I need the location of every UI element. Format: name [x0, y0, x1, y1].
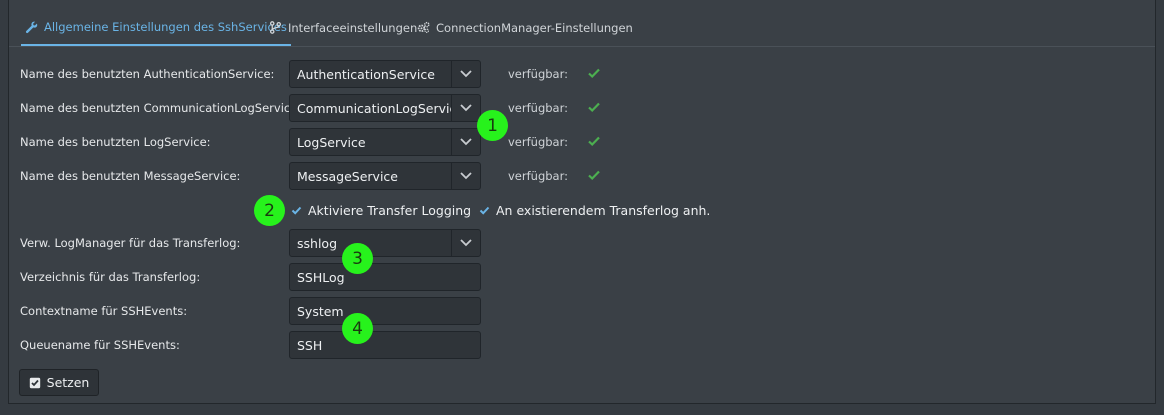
- annotation-marker-2: 2: [254, 195, 285, 226]
- append-transferlog-checkbox[interactable]: An existierendem Transferlog anh.: [479, 203, 710, 218]
- checkbox-checked-icon[interactable]: [479, 205, 490, 216]
- tab-connectionmanager-settings[interactable]: ConnectionManager-Einstellungen: [417, 10, 633, 45]
- commlog-service-value: CommunicationLogService: [297, 100, 451, 116]
- logmanager-value: sshlog: [297, 235, 338, 251]
- checkbox-checked-icon[interactable]: [291, 205, 302, 216]
- checkbox-icon: [29, 377, 40, 388]
- annotation-marker-3: 3: [342, 243, 373, 274]
- checkmark-icon: [588, 68, 600, 79]
- message-service-value: MessageService: [297, 168, 398, 184]
- log-service-label: Name des benutzten LogService:: [20, 135, 211, 149]
- tab-label: Interfaceeinstellungen: [288, 20, 418, 35]
- tab-label: Allgemeine Einstellungen des SshServices: [44, 20, 287, 34]
- commlog-service-status-label: verfügbar:: [508, 101, 568, 115]
- chevron-down-icon[interactable]: [451, 95, 480, 121]
- commlog-service-label: Name des benutzten CommunicationLogServi…: [20, 101, 302, 115]
- setzen-label: Setzen: [46, 375, 90, 390]
- tab-label: ConnectionManager-Einstellungen: [436, 20, 633, 35]
- chevron-down-icon[interactable]: [451, 61, 480, 87]
- directory-value: SSHLog: [297, 269, 345, 285]
- chevron-down-icon[interactable]: [451, 129, 480, 155]
- queuename-input[interactable]: SSH: [289, 331, 481, 359]
- transfer-logging-label: Aktiviere Transfer Logging: [308, 203, 472, 218]
- wrench-icon: [25, 21, 38, 33]
- contextname-label: Contextname für SSHEvents:: [20, 304, 188, 318]
- log-service-select[interactable]: LogService: [289, 128, 481, 156]
- annotation-marker-1: 1: [477, 110, 508, 141]
- transfer-logging-checkbox[interactable]: Aktiviere Transfer Logging: [291, 203, 471, 218]
- contextname-value: System: [297, 303, 344, 319]
- message-service-status-label: verfügbar:: [508, 169, 568, 183]
- checkmark-icon: [588, 170, 600, 181]
- log-service-status-label: verfügbar:: [508, 135, 568, 149]
- setzen-button[interactable]: Setzen: [19, 369, 99, 396]
- append-transferlog-label: An existierendem Transferlog anh.: [496, 203, 711, 218]
- chevron-down-icon[interactable]: [451, 230, 480, 256]
- contextname-input[interactable]: System: [289, 297, 481, 325]
- logmanager-select[interactable]: sshlog: [289, 229, 481, 257]
- directory-input[interactable]: SSHLog: [289, 263, 481, 291]
- message-service-select[interactable]: MessageService: [289, 162, 481, 190]
- auth-service-label: Name des benutzten AuthenticationService…: [20, 67, 275, 81]
- message-service-label: Name des benutzten MessageService:: [20, 169, 241, 183]
- commlog-service-select[interactable]: CommunicationLogService: [289, 94, 481, 122]
- auth-service-status-label: verfügbar:: [508, 67, 568, 81]
- tab-interface-settings[interactable]: Interfaceeinstellungen: [269, 10, 417, 45]
- tab-general-settings[interactable]: Allgemeine Einstellungen des SshServices: [21, 10, 291, 46]
- cogs-icon: [417, 21, 430, 34]
- auth-service-value: AuthenticationService: [297, 66, 435, 82]
- queuename-value: SSH: [297, 337, 323, 353]
- directory-label: Verzeichnis für das Transferlog:: [20, 270, 201, 284]
- queuename-label: Queuename für SSHEvents:: [20, 338, 180, 352]
- checkmark-icon: [588, 136, 600, 147]
- annotation-marker-4: 4: [342, 313, 373, 344]
- tab-bar: Allgemeine Einstellungen des SshServices…: [9, 10, 1155, 47]
- settings-panel: Allgemeine Einstellungen des SshServices…: [8, 0, 1156, 404]
- logmanager-label: Verw. LogManager für das Transferlog:: [20, 236, 241, 250]
- chevron-down-icon[interactable]: [451, 163, 480, 189]
- checkmark-icon: [588, 102, 600, 113]
- log-service-value: LogService: [297, 134, 366, 150]
- branch-icon: [269, 21, 282, 34]
- auth-service-select[interactable]: AuthenticationService: [289, 60, 481, 88]
